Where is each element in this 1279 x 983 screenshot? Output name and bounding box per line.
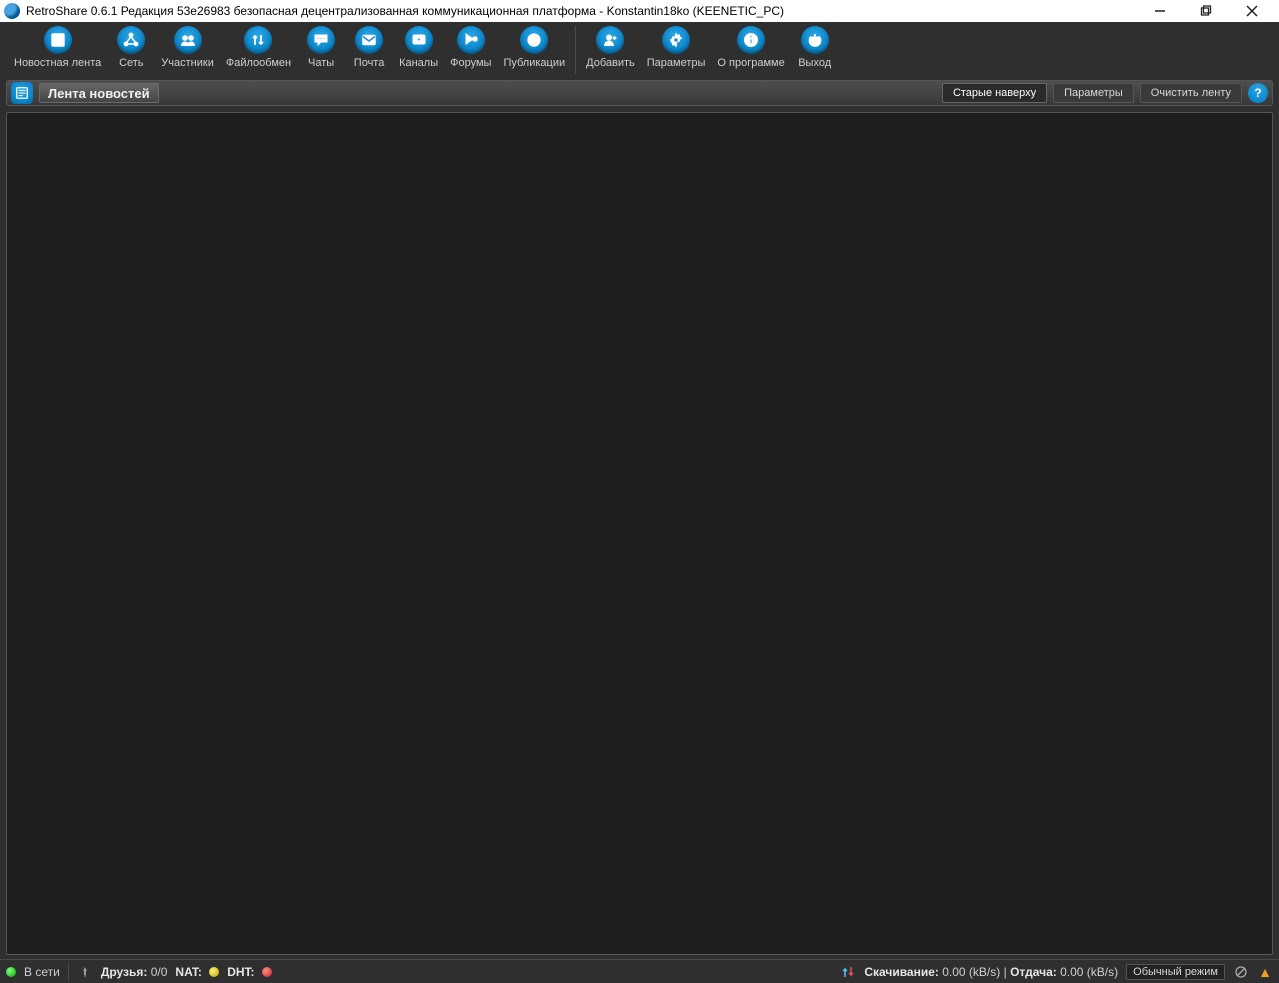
forums-label: Форумы	[450, 57, 491, 69]
window-close-button[interactable]	[1229, 0, 1275, 22]
download-value: 0.00 (kB/s)	[942, 965, 1000, 979]
feed-settings-button[interactable]: Параметры	[1053, 83, 1134, 103]
people-button[interactable]: Участники	[155, 24, 220, 71]
newspaper-icon	[44, 26, 72, 54]
power-icon	[801, 26, 829, 54]
help-icon[interactable]: ?	[1248, 83, 1268, 103]
mail-icon	[355, 26, 383, 54]
add-user-icon	[596, 26, 624, 54]
upload-label: Отдача:	[1010, 965, 1057, 979]
info-icon	[737, 26, 765, 54]
sound-disabled-icon[interactable]	[1233, 964, 1249, 980]
news-feed-button[interactable]: Новостная лента	[8, 24, 107, 71]
exit-label: Выход	[798, 57, 831, 69]
channels-button[interactable]: Каналы	[393, 24, 444, 71]
window-title: RetroShare 0.6.1 Редакция 53e26983 безоп…	[26, 4, 784, 18]
nat-status-icon	[209, 967, 219, 977]
upload-value: 0.00 (kB/s)	[1060, 965, 1118, 979]
settings-button[interactable]: Параметры	[641, 24, 712, 71]
window-minimize-button[interactable]	[1137, 0, 1183, 22]
chats-label: Чаты	[308, 57, 334, 69]
channel-icon	[405, 26, 433, 54]
network-icon	[117, 26, 145, 54]
news-feed-label: Новостная лента	[14, 57, 101, 69]
main-toolbar: Новостная лента Сеть Участники Файлообмен Ча…	[0, 22, 1279, 78]
feed-header-bar: Лента новостей Старые наверху Параметры …	[6, 80, 1273, 106]
exit-button[interactable]: Выход	[791, 24, 839, 71]
separator: |	[1004, 965, 1007, 979]
mail-label: Почта	[354, 57, 385, 69]
sort-old-on-top-button[interactable]: Старые наверху	[942, 83, 1047, 103]
chats-button[interactable]: Чаты	[297, 24, 345, 71]
mail-button[interactable]: Почта	[345, 24, 393, 71]
news-feed-area	[6, 112, 1273, 955]
posts-label: Публикации	[503, 57, 565, 69]
dht-status-icon	[262, 967, 272, 977]
online-status-icon	[6, 967, 16, 977]
add-button[interactable]: Добавить	[580, 24, 641, 71]
friends-label: Друзья:	[101, 965, 148, 979]
about-label: О программе	[717, 57, 784, 69]
gear-icon	[662, 26, 690, 54]
people-icon	[174, 26, 202, 54]
people-label: Участники	[161, 57, 214, 69]
window-titlebar: RetroShare 0.6.1 Редакция 53e26983 безоп…	[0, 0, 1279, 22]
app-icon	[4, 3, 20, 19]
channels-label: Каналы	[399, 57, 438, 69]
posts-button[interactable]: Публикации	[497, 24, 571, 71]
status-bar: В сети Друзья: 0/0 NAT: DHT: Скачивание:…	[0, 959, 1279, 983]
file-share-button[interactable]: Файлообмен	[220, 24, 297, 71]
toolbar-separator	[575, 26, 576, 74]
file-share-label: Файлообмен	[226, 57, 291, 69]
clear-feed-button[interactable]: Очистить ленту	[1140, 83, 1242, 103]
globe-icon	[520, 26, 548, 54]
pin-icon	[77, 964, 93, 980]
network-button[interactable]: Сеть	[107, 24, 155, 71]
mode-indicator[interactable]: Обычный режим	[1126, 964, 1225, 980]
transfer-icon	[840, 964, 856, 980]
chat-icon	[307, 26, 335, 54]
download-label: Скачивание:	[864, 965, 939, 979]
friends-count: 0/0	[151, 965, 168, 979]
transfer-icon	[244, 26, 272, 54]
network-label: Сеть	[119, 57, 143, 69]
window-maximize-button[interactable]	[1183, 0, 1229, 22]
warning-icon[interactable]: ▲	[1257, 964, 1273, 980]
settings-label: Параметры	[647, 57, 706, 69]
newspaper-icon	[11, 82, 33, 104]
forums-button[interactable]: Форумы	[444, 24, 497, 71]
feed-title: Лента новостей	[48, 86, 150, 101]
online-status-label: В сети	[24, 965, 60, 979]
add-label: Добавить	[586, 57, 635, 69]
forum-icon	[457, 26, 485, 54]
dht-label: DHT:	[227, 965, 254, 979]
nat-label: NAT:	[175, 965, 201, 979]
about-button[interactable]: О программе	[711, 24, 790, 71]
